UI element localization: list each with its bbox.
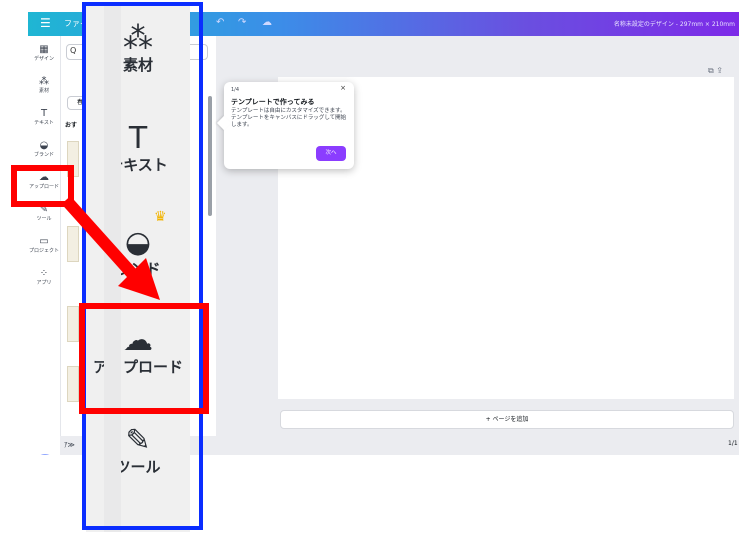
tooltip-title: テンプレートで作ってみる [231, 98, 315, 106]
rail-item-apps[interactable]: ⁘ アプリ [28, 268, 60, 287]
rail-item-label: ツール [36, 216, 52, 222]
elements-icon: ⁂ [39, 76, 49, 87]
blue-highlight-box [82, 2, 203, 530]
projects-icon: ▭ [39, 236, 49, 247]
menu-icon[interactable]: ☰ [40, 16, 51, 30]
side-rail: ▦ デザイン ⁂ 素材 T テキスト ◒ ブランド ☁ アップロード ✎ ツール… [28, 36, 60, 455]
rail-item-label: デザイン [33, 56, 54, 62]
tooltip-step: 1/4 [231, 87, 240, 93]
template-thumbnail[interactable] [67, 306, 79, 342]
red-highlight-upload-rail [11, 165, 74, 207]
rail-item-label: プロジェクト [28, 248, 59, 254]
search-icon: Q [70, 46, 77, 55]
template-thumbnail[interactable] [67, 226, 79, 262]
page-tools[interactable]: ⧉ ⇪ [708, 66, 723, 76]
template-thumbnail[interactable] [67, 366, 79, 402]
onboarding-tooltip: 1/4 × テンプレートで作ってみる テンプレートは自由にカスタマイズできます。… [224, 82, 354, 169]
magic-assistant-icon[interactable]: ✦ [35, 454, 55, 455]
document-title[interactable]: 名称未設定のデザイン - 297mm × 210mm [614, 19, 735, 28]
rail-item-text[interactable]: T テキスト [28, 108, 60, 127]
notes-tab[interactable]: ｱ≫ [64, 440, 75, 450]
rail-item-elements[interactable]: ⁂ 素材 [28, 76, 60, 95]
next-button[interactable]: 次へ [316, 146, 346, 161]
brand-icon: ◒ [39, 140, 49, 151]
rail-item-design[interactable]: ▦ デザイン [28, 44, 60, 63]
cloud-save-icon[interactable]: ☁ [262, 17, 272, 28]
page-count: 1/1 [728, 440, 738, 447]
apps-icon: ⁘ [39, 268, 49, 279]
red-highlight-upload-zoom [79, 303, 209, 414]
rail-item-projects[interactable]: ▭ プロジェクト [28, 236, 60, 255]
text-icon: T [40, 108, 48, 119]
rail-item-label: テキスト [34, 120, 54, 126]
add-page-button[interactable]: + ページを追加 [280, 410, 734, 429]
undo-icon[interactable]: ↶ [216, 17, 224, 28]
rail-item-label: ブランド [33, 152, 54, 158]
rail-item-label: 素材 [38, 88, 49, 94]
redo-icon[interactable]: ↷ [238, 17, 246, 28]
tooltip-body: テンプレートは自由にカスタマイズできます。テンプレートをキャンバスにドラッグして… [231, 108, 347, 128]
panel-scrollbar[interactable] [208, 96, 212, 216]
design-icon: ▦ [39, 44, 49, 55]
section-heading: おす [65, 122, 78, 129]
rail-item-brand[interactable]: ◒ ブランド [28, 140, 60, 159]
close-icon[interactable]: × [340, 84, 346, 92]
rail-item-label: アプリ [36, 280, 52, 286]
